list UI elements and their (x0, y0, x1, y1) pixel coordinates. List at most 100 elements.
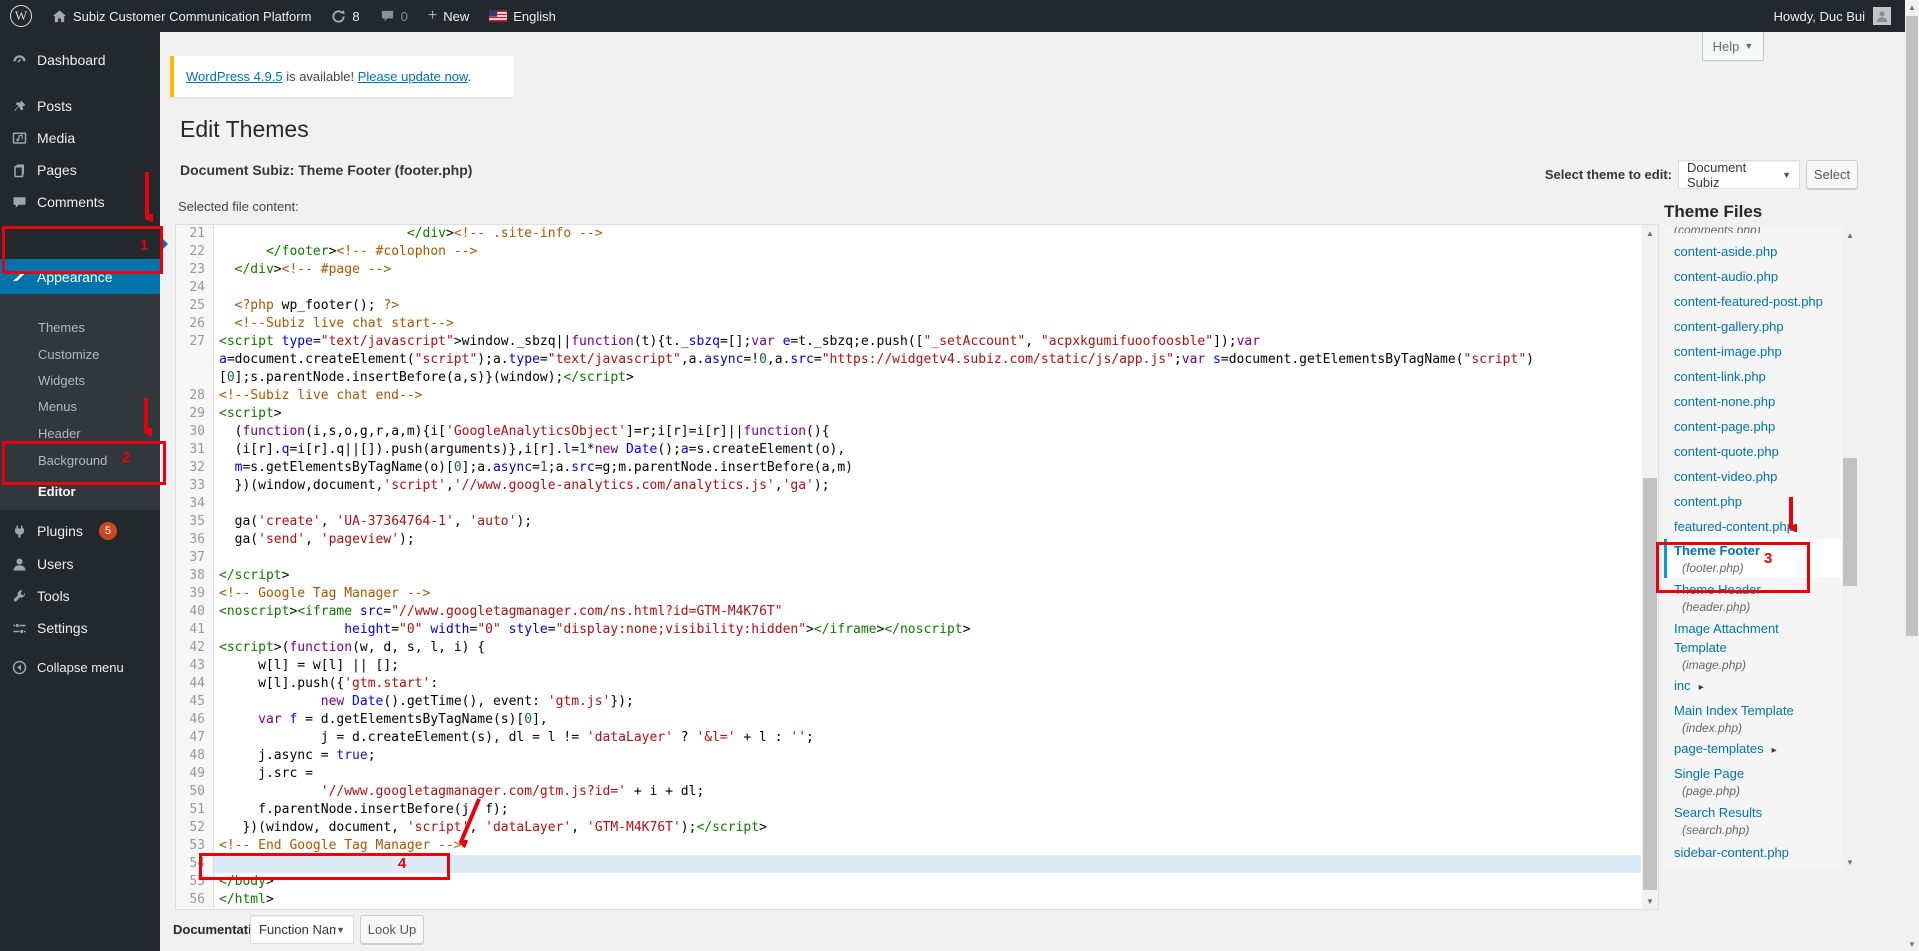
code-line-25[interactable]: 25 <?php wp_footer(); ?> (176, 297, 1641, 315)
code-line-44[interactable]: 44 w[l].push({'gtm.start': (176, 675, 1641, 693)
editor-scrollbar[interactable]: ▲ ▼ (1642, 225, 1658, 909)
code-line-22[interactable]: 22 </footer><!-- #colophon --> (176, 243, 1641, 261)
code-text[interactable]: </html> (214, 891, 1641, 909)
page-scrollbar-thumb[interactable] (1906, 16, 1918, 636)
scroll-down-icon[interactable]: ▼ (1842, 854, 1858, 870)
code-text[interactable]: <?php wp_footer(); ?> (214, 297, 1641, 315)
code-text[interactable]: })(window, document, 'script', 'dataLaye… (214, 819, 1641, 837)
template-link[interactable]: Search Results (1674, 803, 1832, 822)
code-line-38[interactable]: 38</script> (176, 567, 1641, 585)
code-text[interactable]: ga('create', 'UA-37364764-1', 'auto'); (214, 513, 1641, 531)
code-text[interactable]: <!-- End Google Tag Manager --> (214, 837, 1641, 855)
code-line-40[interactable]: 40<noscript><iframe src="//www.googletag… (176, 603, 1641, 621)
file-list-scrollbar-thumb[interactable] (1843, 458, 1857, 586)
code-text[interactable]: j.src = (214, 765, 1641, 783)
code-line-51[interactable]: 51 f.parentNode.insertBefore(j, f); (176, 801, 1641, 819)
update-now-link[interactable]: Please update now (358, 69, 468, 84)
wordpress-version-link[interactable]: WordPress 4.9.5 (186, 69, 283, 84)
code-text[interactable]: <script type="text/javascript">window._s… (214, 333, 1641, 351)
file-link[interactable]: content-featured-post.php (1674, 289, 1832, 314)
code-text[interactable]: <!-- Google Tag Manager --> (214, 585, 1641, 603)
folder-item[interactable]: inc ▸ (1674, 675, 1832, 699)
code-text[interactable]: </div><!-- .site-info --> (214, 225, 1641, 243)
file-link[interactable]: content-none.php (1674, 389, 1832, 414)
folder-link[interactable]: inc (1674, 678, 1691, 693)
language-menu[interactable]: English (479, 0, 566, 32)
code-text[interactable]: j.async = true; (214, 747, 1641, 765)
file-item-active[interactable]: Theme Footer(footer.php) (1664, 539, 1858, 578)
code-line-50[interactable]: 50 '//www.googletagmanager.com/gtm.js?id… (176, 783, 1641, 801)
template-link[interactable]: Main Index Template (1674, 701, 1832, 720)
code-text[interactable]: m=s.getElementsByTagName(o)[0];a.async=1… (214, 459, 1641, 477)
code-text[interactable]: new Date().getTime(), event: 'gtm.js'}); (214, 693, 1641, 711)
submenu-item-editor[interactable]: Editor (0, 478, 160, 504)
code-lines[interactable]: 21 </div><!-- .site-info -->22 </footer>… (176, 225, 1641, 909)
select-theme-button[interactable]: Select (1806, 160, 1858, 189)
sidebar-item-dashboard[interactable]: Dashboard (0, 44, 160, 76)
folder-expand-icon[interactable]: ▸ (1699, 682, 1704, 693)
code-line-23[interactable]: 23 </div><!-- #page --> (176, 261, 1641, 279)
comments-menu[interactable]: 0 (370, 0, 418, 32)
code-line-34[interactable]: 34 (176, 495, 1641, 513)
code-text[interactable]: a=document.createElement("script");a.typ… (214, 351, 1641, 369)
file-link[interactable]: content-link.php (1674, 364, 1832, 389)
code-line-46[interactable]: 46 var f = d.getElementsByTagName(s)[0], (176, 711, 1641, 729)
submenu-item-menus[interactable]: Menus (0, 393, 160, 419)
code-text[interactable]: <!--Subiz live chat end--> (214, 387, 1641, 405)
site-link[interactable]: Subiz Customer Communication Platform (42, 0, 321, 32)
code-text[interactable]: <script> (214, 405, 1641, 423)
code-editor[interactable]: 21 </div><!-- .site-info -->22 </footer>… (175, 224, 1659, 910)
code-line-31[interactable]: 31 (i[r].q=i[r].q||[]).push(arguments)},… (176, 441, 1641, 459)
code-text[interactable]: w[l].push({'gtm.start': (214, 675, 1641, 693)
documentation-dropdown[interactable]: Function Name... ▼ (250, 915, 354, 944)
sidebar-item-appearance[interactable]: Appearance (0, 259, 160, 294)
sidebar-item-users[interactable]: Users (0, 548, 160, 580)
code-text[interactable]: [0];s.parentNode.insertBefore(a,s)}(wind… (214, 369, 1641, 387)
code-line-37[interactable]: 37 (176, 549, 1641, 567)
sidebar-item-plugins[interactable]: Plugins 5 (0, 515, 160, 547)
file-item-template[interactable]: Image Attachment Template(image.php) (1674, 617, 1832, 675)
code-text[interactable]: </script> (214, 567, 1641, 585)
code-line-55[interactable]: 55</body> (176, 873, 1641, 891)
updates-menu[interactable]: 8 (321, 0, 369, 32)
code-line-32[interactable]: 32 m=s.getElementsByTagName(o)[0];a.asyn… (176, 459, 1641, 477)
template-link[interactable]: Single Page (1674, 764, 1832, 783)
file-link[interactable]: content-quote.php (1674, 439, 1832, 464)
code-text[interactable]: var f = d.getElementsByTagName(s)[0], (214, 711, 1641, 729)
new-menu[interactable]: + New (418, 0, 479, 32)
code-line-52[interactable]: 52 })(window, document, 'script', 'dataL… (176, 819, 1641, 837)
editor-scrollbar-thumb[interactable] (1643, 478, 1657, 890)
code-text[interactable]: </body> (214, 873, 1641, 891)
code-text[interactable]: ga('send', 'pageview'); (214, 531, 1641, 549)
file-link[interactable]: sidebar-footer.php (1674, 865, 1832, 870)
file-link[interactable]: content-page.php (1674, 414, 1832, 439)
code-line-36[interactable]: 36 ga('send', 'pageview'); (176, 531, 1641, 549)
file-list-scrollbar[interactable]: ▲ ▼ (1842, 227, 1858, 870)
sidebar-item-comments[interactable]: Comments (0, 186, 160, 218)
file-link[interactable]: featured-content.php (1674, 514, 1832, 539)
file-item-template[interactable]: Search Results(search.php) (1674, 801, 1832, 840)
code-text[interactable]: <noscript><iframe src="//www.googletagma… (214, 603, 1641, 621)
file-item-template[interactable]: Theme Header(header.php) (1674, 578, 1832, 617)
folder-link[interactable]: page-templates (1674, 741, 1764, 756)
code-line-56[interactable]: 56</html> (176, 891, 1641, 909)
scroll-up-icon[interactable]: ▲ (1905, 0, 1919, 14)
code-text[interactable]: <script>(function(w, d, s, l, i) { (214, 639, 1641, 657)
code-text[interactable]: (function(i,s,o,g,r,a,m){i['GoogleAnalyt… (214, 423, 1641, 441)
code-text[interactable]: (i[r].q=i[r].q||[]).push(arguments)},i[r… (214, 441, 1641, 459)
code-line-49[interactable]: 49 j.src = (176, 765, 1641, 783)
code-line-30[interactable]: 30 (function(i,s,o,g,r,a,m){i['GoogleAna… (176, 423, 1641, 441)
file-link[interactable]: content-audio.php (1674, 264, 1832, 289)
file-item-template[interactable]: Main Index Template(index.php) (1674, 699, 1832, 738)
sidebar-item-posts[interactable]: Posts (0, 90, 160, 122)
code-text[interactable]: </footer><!-- #colophon --> (214, 243, 1641, 261)
submenu-item-widgets[interactable]: Widgets (0, 367, 160, 393)
code-line-29[interactable]: 29<script> (176, 405, 1641, 423)
page-scrollbar[interactable]: ▲ ▼ (1905, 0, 1919, 951)
template-link[interactable]: Image Attachment Template (1674, 619, 1832, 657)
code-text[interactable]: height="0" width="0" style="display:none… (214, 621, 1641, 639)
code-line-21[interactable]: 21 </div><!-- .site-info --> (176, 225, 1641, 243)
code-line-39[interactable]: 39<!-- Google Tag Manager --> (176, 585, 1641, 603)
code-text[interactable]: j = d.createElement(s), dl = l != 'dataL… (214, 729, 1641, 747)
code-text[interactable]: '//www.googletagmanager.com/gtm.js?id=' … (214, 783, 1641, 801)
